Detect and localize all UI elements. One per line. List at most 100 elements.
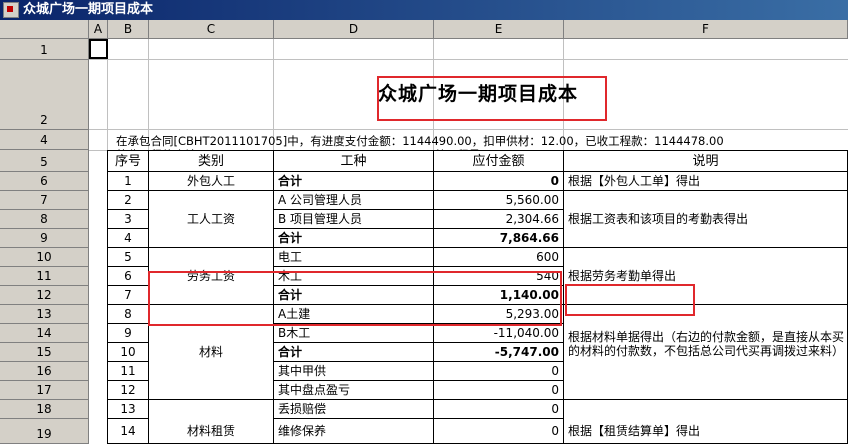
desc-material[interactable]: 根据材料单据得出（右边的付款金额，是直接从本买的材料的付款数，不包括总公司代买再…	[564, 305, 848, 400]
cell-amount[interactable]: -5,747.00	[434, 343, 564, 362]
row-number: 16	[36, 364, 52, 378]
cell-amount[interactable]: 0	[434, 419, 564, 444]
row-number: 8	[40, 212, 48, 226]
row-number: 10	[36, 250, 52, 264]
column-header-e[interactable]: E	[434, 20, 564, 39]
cell-no[interactable]: 2	[108, 191, 149, 210]
category-labor[interactable]: 工人工资	[149, 191, 274, 248]
row-header-11[interactable]: 11	[0, 267, 89, 286]
column-header-c[interactable]: C	[149, 20, 274, 39]
category-rental[interactable]: 材料租赁	[149, 400, 274, 444]
cell-no[interactable]: 13	[108, 400, 149, 419]
row-header-15[interactable]: 15	[0, 343, 89, 362]
row-number: 4	[40, 133, 48, 147]
header-amount: 应付金额	[434, 151, 564, 172]
cell-no[interactable]: 5	[108, 248, 149, 267]
row-header-18[interactable]: 18	[0, 400, 89, 419]
cell-no[interactable]: 6	[108, 267, 149, 286]
row-header-12[interactable]: 12	[0, 286, 89, 305]
row-number: 14	[36, 326, 52, 340]
row-number: 11	[36, 269, 52, 283]
row-number: 15	[36, 345, 52, 359]
cell-type[interactable]: 其中甲供	[274, 362, 434, 381]
row-header-6[interactable]: 6	[0, 172, 89, 191]
cell-amount[interactable]: -11,040.00	[434, 324, 564, 343]
cell-no[interactable]: 10	[108, 343, 149, 362]
cell-no[interactable]: 8	[108, 305, 149, 324]
row-header-9[interactable]: 9	[0, 229, 89, 248]
row-number: 13	[36, 307, 52, 321]
cell-type[interactable]: B 项目管理人员	[274, 210, 434, 229]
row-number: 17	[36, 383, 52, 397]
row-header-14[interactable]: 14	[0, 324, 89, 343]
active-cell-a1[interactable]	[89, 39, 108, 59]
row-number: 18	[36, 402, 52, 416]
row-header-8[interactable]: 8	[0, 210, 89, 229]
title-highlight-box	[377, 76, 607, 121]
row-number: 6	[40, 174, 48, 188]
cell-type[interactable]: 丢损赔偿	[274, 400, 434, 419]
select-all-corner[interactable]	[0, 20, 89, 39]
row-header-1[interactable]: 1	[0, 39, 89, 60]
cell-amount[interactable]: 0	[434, 362, 564, 381]
row-number: 12	[36, 288, 52, 302]
row-header-2[interactable]: 2	[0, 60, 89, 130]
row-header-13[interactable]: 13	[0, 305, 89, 324]
service-wages-highlight-box	[148, 271, 562, 326]
service-desc-highlight-box	[565, 284, 695, 316]
cell-type[interactable]: 电工	[274, 248, 434, 267]
row-header-10[interactable]: 10	[0, 248, 89, 267]
row-number: 1	[40, 43, 48, 57]
cell-no[interactable]: 14	[108, 419, 149, 444]
cell-type[interactable]: 维修保养	[274, 419, 434, 444]
cell-amount[interactable]: 5,560.00	[434, 191, 564, 210]
cell-type[interactable]: 其中盘点盈亏	[274, 381, 434, 400]
column-header-f[interactable]: F	[564, 20, 848, 39]
row-header-4[interactable]: 4	[0, 130, 89, 150]
header-category: 类别	[149, 151, 274, 172]
category-outsourcing[interactable]: 外包人工	[149, 172, 274, 191]
cell-no[interactable]: 1	[108, 172, 149, 191]
row-number: 19	[36, 427, 52, 441]
desc-outsourcing[interactable]: 根据【外包人工单】得出	[564, 172, 848, 191]
column-header-b[interactable]: B	[108, 20, 149, 39]
desc-labor[interactable]: 根据工资表和该项目的考勤表得出	[564, 191, 848, 248]
cell-amount[interactable]: 0	[434, 400, 564, 419]
row-header-19[interactable]: 19	[0, 419, 89, 444]
window-titlebar: 众城广场一期项目成本	[0, 0, 848, 20]
header-type: 工种	[274, 151, 434, 172]
row-number: 2	[40, 113, 48, 127]
row-header-16[interactable]: 16	[0, 362, 89, 381]
row-number: 5	[40, 155, 48, 169]
cell-no[interactable]: 7	[108, 286, 149, 305]
column-header-a[interactable]: A	[89, 20, 108, 39]
row-header-7[interactable]: 7	[0, 191, 89, 210]
cell-no[interactable]: 4	[108, 229, 149, 248]
header-no: 序号	[108, 151, 149, 172]
cell-amount[interactable]: 0	[434, 381, 564, 400]
row-number: 7	[40, 193, 48, 207]
cell-amount[interactable]: 600	[434, 248, 564, 267]
window-title: 众城广场一期项目成本	[23, 2, 154, 17]
header-desc: 说明	[564, 151, 848, 172]
cell-type[interactable]: A 公司管理人员	[274, 191, 434, 210]
cell-no[interactable]: 11	[108, 362, 149, 381]
cell-type[interactable]: B木工	[274, 324, 434, 343]
cell-type[interactable]: 合计	[274, 343, 434, 362]
spreadsheet[interactable]: A B C D E F 1 2 4 5 6 7 8 9 10 11 12 13 …	[0, 20, 848, 444]
cell-amount[interactable]: 2,304.66	[434, 210, 564, 229]
cell-type[interactable]: 合计	[274, 229, 434, 248]
cell-type[interactable]: 合计	[274, 172, 434, 191]
desc-rental[interactable]: 根据【租赁结算单】得出	[564, 400, 848, 444]
cell-amount[interactable]: 7,864.66	[434, 229, 564, 248]
row-header-5[interactable]: 5	[0, 150, 89, 172]
row-header-17[interactable]: 17	[0, 381, 89, 400]
cell-no[interactable]: 9	[108, 324, 149, 343]
cell-grid[interactable]: 众城广场一期项目成本 在承包合同[CBHT2011101705]中，有进度支付金…	[89, 39, 848, 444]
cell-amount[interactable]: 0	[434, 172, 564, 191]
row-number: 9	[40, 231, 48, 245]
column-header-d[interactable]: D	[274, 20, 434, 39]
spreadsheet-app-icon	[3, 2, 19, 18]
cell-no[interactable]: 3	[108, 210, 149, 229]
cell-no[interactable]: 12	[108, 381, 149, 400]
